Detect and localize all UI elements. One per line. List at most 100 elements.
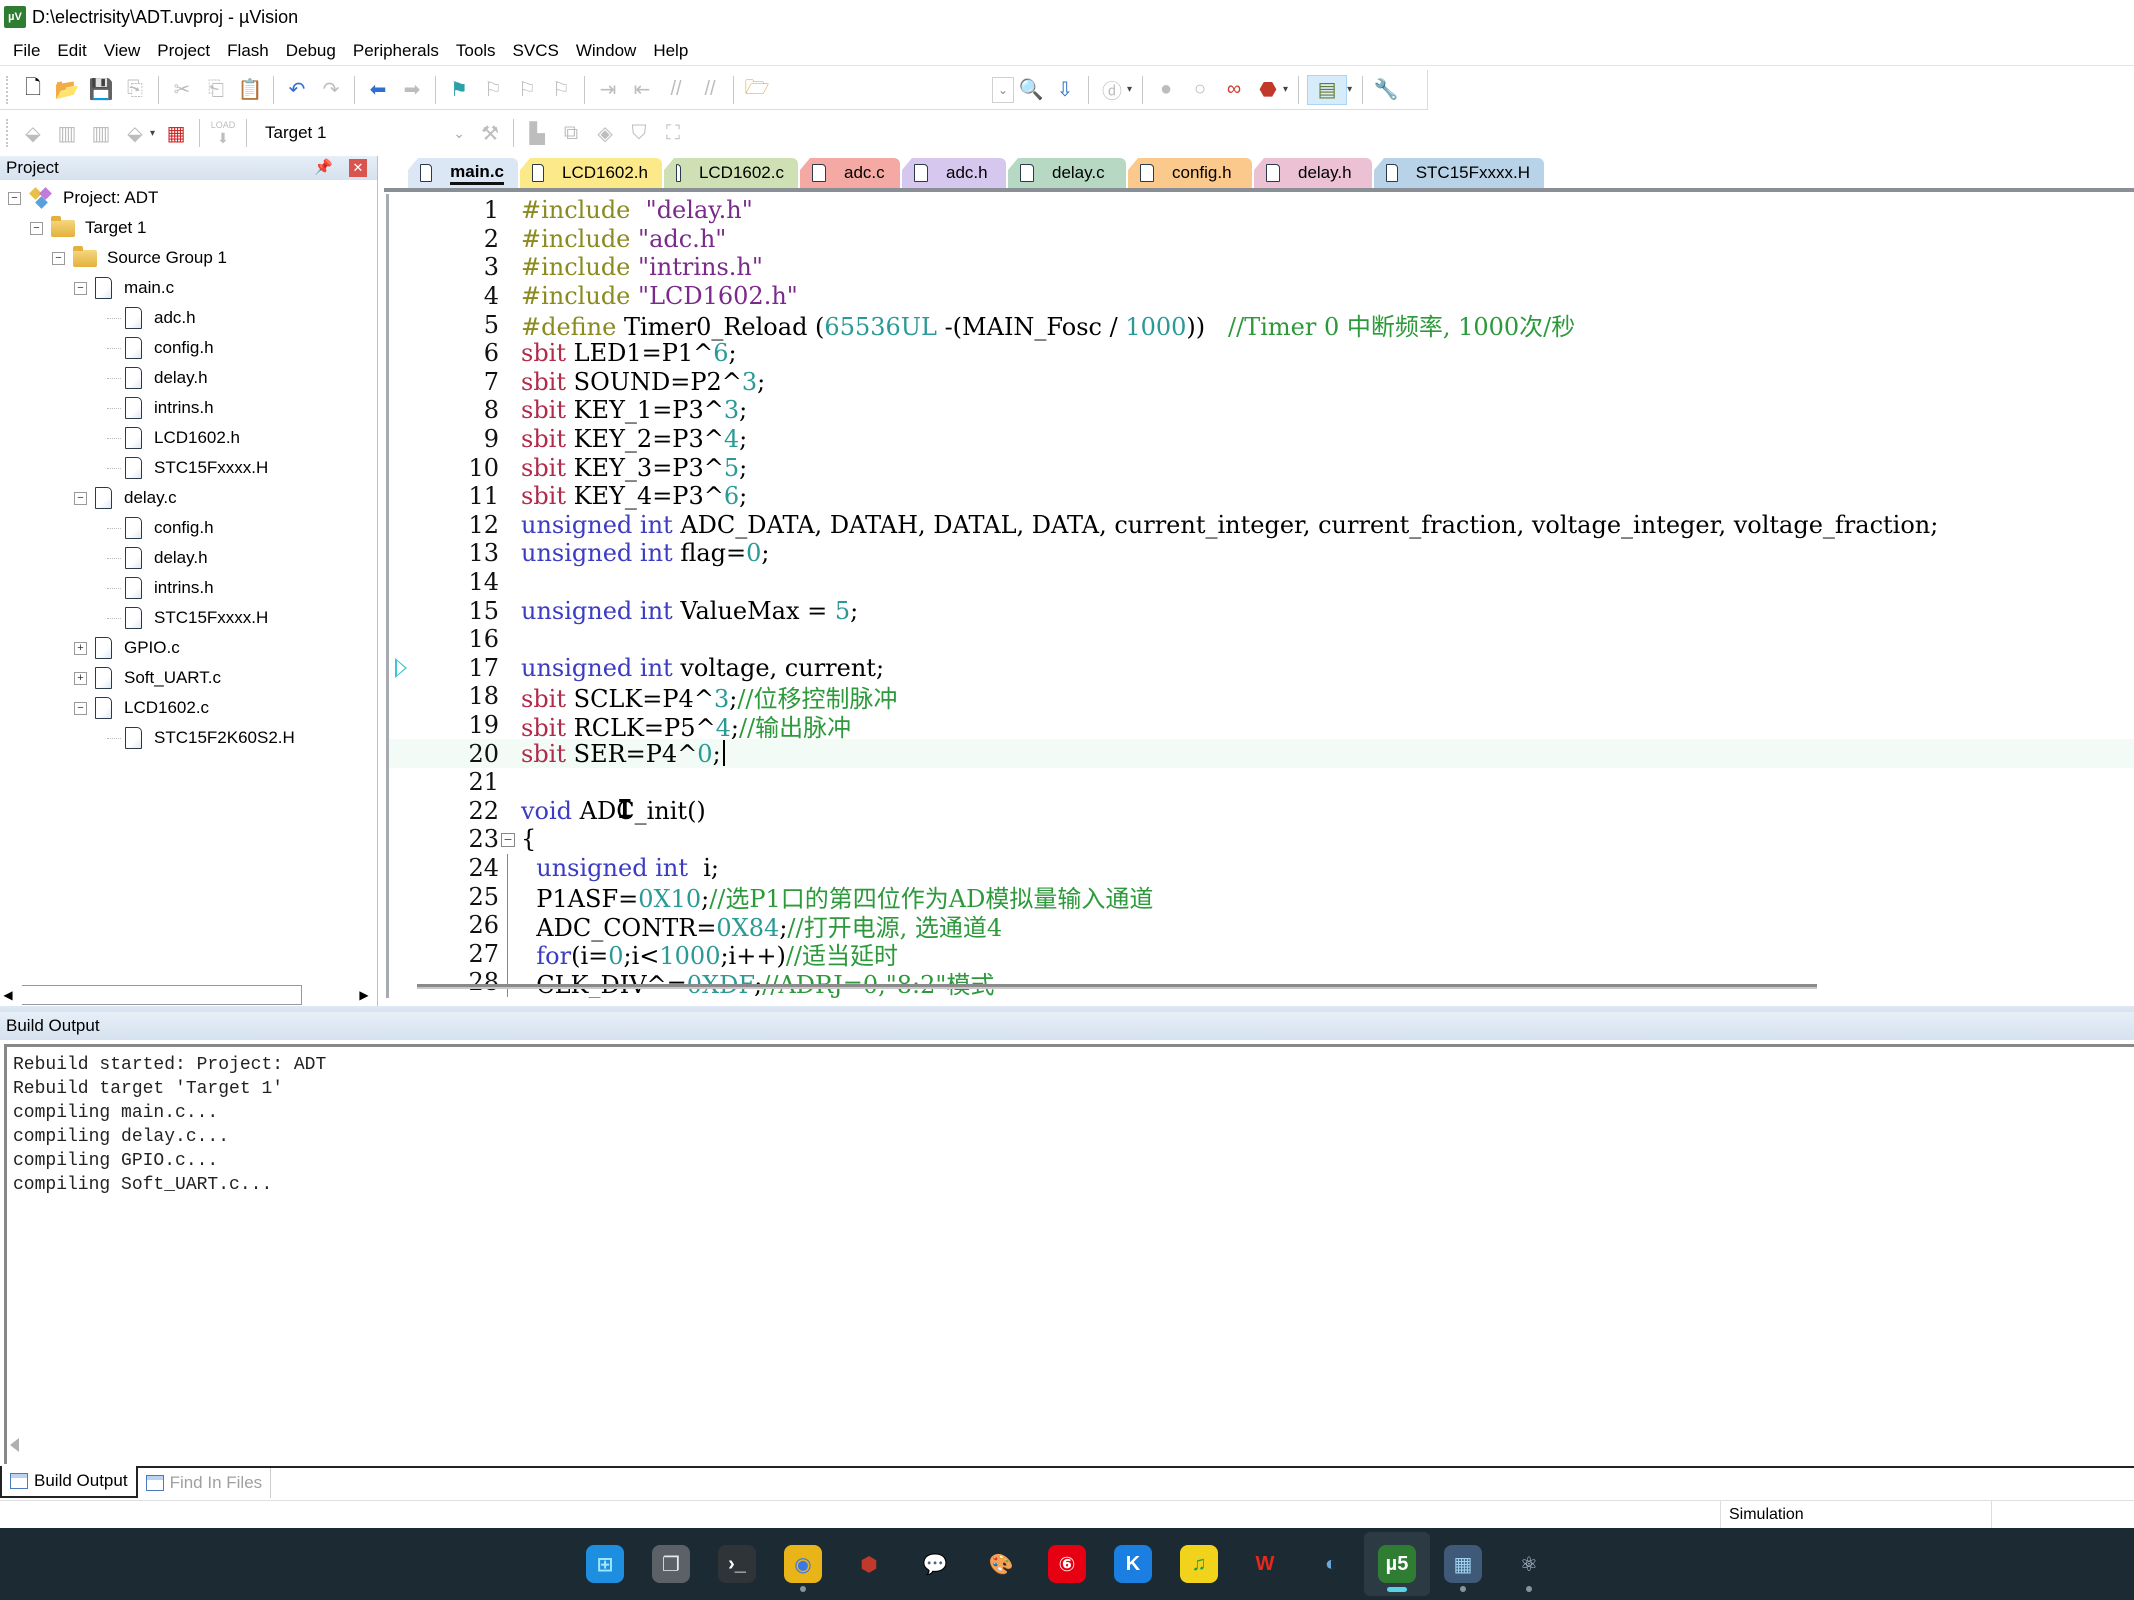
collapse-icon[interactable]: − (74, 701, 87, 715)
tab-lcd1602-h[interactable]: LCD1602.h (520, 158, 662, 188)
indent-icon[interactable]: ⇥ (593, 75, 623, 105)
taskbar-paint[interactable]: 🎨 (968, 1532, 1034, 1596)
debug-session-icon[interactable]: ⓓ (1097, 75, 1127, 105)
taskbar-start[interactable]: ⊞ (572, 1532, 638, 1596)
tree-item[interactable]: intrins.h (107, 394, 214, 422)
translate-icon[interactable]: ⬙ (18, 118, 48, 148)
navigate-back-icon[interactable]: ⬅ (363, 75, 393, 105)
tree-item[interactable]: + GPIO.c (74, 634, 180, 662)
menu-svcs[interactable]: SVCS (506, 41, 569, 61)
tree-item[interactable]: − Source Group 1 (52, 244, 227, 272)
toolbar-grip[interactable] (6, 119, 10, 147)
insert-bookmark-icon[interactable]: ⚑ (444, 75, 474, 105)
uncomment-icon[interactable]: // (695, 75, 725, 105)
tree-item[interactable]: − Project: ADT (8, 184, 158, 212)
tree-item[interactable]: + Soft_UART.c (74, 664, 221, 692)
collapse-icon[interactable]: − (74, 281, 87, 295)
taskbar-satellite-app[interactable]: ◐ (1298, 1532, 1364, 1596)
stop-build-icon[interactable]: ▦ (161, 118, 191, 148)
fold-collapse-icon[interactable]: − (501, 833, 515, 848)
menu-peripherals[interactable]: Peripherals (346, 41, 449, 61)
find-icon[interactable]: 🔍 (1016, 75, 1046, 105)
toolbar-grip[interactable] (6, 75, 10, 104)
tree-item[interactable]: config.h (107, 514, 214, 542)
clear-bookmarks-icon[interactable]: ⚐ (546, 75, 576, 105)
menu-window[interactable]: Window (569, 41, 646, 61)
tab-delay-c[interactable]: delay.c (1008, 158, 1126, 188)
tab-delay-h[interactable]: delay.h (1254, 158, 1372, 188)
tree-item[interactable]: − LCD1602.c (74, 694, 209, 722)
tree-item[interactable]: STC15Fxxxx.H (107, 604, 268, 632)
collapse-icon[interactable]: − (30, 221, 43, 235)
manage-components-icon[interactable]: ⧉ (556, 118, 586, 148)
scroll-left-icon[interactable] (10, 1438, 19, 1452)
menu-project[interactable]: Project (150, 41, 220, 61)
taskbar-wechat[interactable]: 💬 (902, 1532, 968, 1596)
new-file-icon[interactable]: 🗋 (18, 75, 48, 105)
find-dropdown[interactable]: ⌄ (992, 76, 1014, 103)
taskbar-task-view[interactable]: ❐ (638, 1532, 704, 1596)
pack-installer-icon[interactable]: ⛉ (624, 118, 654, 148)
taskbar-calculator[interactable]: ▦ (1430, 1532, 1496, 1596)
kill-all-breakpoints-icon[interactable]: ⬣ (1253, 75, 1283, 105)
collapse-icon[interactable]: − (52, 251, 65, 265)
undo-icon[interactable]: ↶ (282, 75, 312, 105)
comment-icon[interactable]: // (661, 75, 691, 105)
tree-item[interactable]: intrins.h (107, 574, 214, 602)
download-icon[interactable]: LOAD ⬇ (208, 118, 238, 148)
scroll-left-icon[interactable]: ◀ (0, 988, 16, 1002)
target-options-icon[interactable]: ⚒ (475, 118, 505, 148)
tree-item[interactable]: delay.h (107, 544, 208, 572)
insert-breakpoint-icon[interactable]: ● (1151, 75, 1181, 105)
menu-file[interactable]: File (6, 41, 50, 61)
unindent-icon[interactable]: ⇤ (627, 75, 657, 105)
tab-main-c[interactable]: main.c (408, 158, 518, 188)
taskbar-kugou[interactable]: K (1100, 1532, 1166, 1596)
find-in-files-icon[interactable]: 🗁 (742, 75, 772, 105)
taskbar-chrome[interactable]: ◉ (770, 1532, 836, 1596)
menu-view[interactable]: View (97, 41, 151, 61)
dropdown-arrow-icon[interactable]: ▾ (1127, 84, 1132, 95)
cut-icon[interactable]: ✂ (167, 75, 197, 105)
pin-icon[interactable]: 📌 (314, 158, 333, 176)
dropdown-arrow-icon[interactable]: ▾ (150, 128, 155, 139)
paste-icon[interactable]: 📋 (235, 75, 265, 105)
scroll-right-icon[interactable]: ▶ (356, 988, 372, 1002)
batch-build-icon[interactable]: ⬙ (120, 118, 150, 148)
code-editor[interactable]: 1 #include "delay.h" 2 #include "adc.h" 3 #in… (386, 194, 2134, 998)
window-layout-icon[interactable]: ▤ (1307, 74, 1348, 105)
tab-adc-h[interactable]: adc.h (902, 158, 1006, 188)
build-icon[interactable]: ▥ (52, 118, 82, 148)
save-all-icon[interactable]: ⎘ (120, 75, 150, 105)
configure-icon[interactable]: 🔧 (1371, 75, 1401, 105)
enable-breakpoint-icon[interactable]: ○ (1185, 75, 1215, 105)
tree-item[interactable]: − delay.c (74, 484, 177, 512)
disable-all-breakpoints-icon[interactable]: ∞ (1219, 75, 1249, 105)
build-output-text[interactable]: Rebuild started: Project: ADT Rebuild tar… (4, 1044, 2134, 1464)
select-packs-icon[interactable]: ◈ (590, 118, 620, 148)
open-file-icon[interactable]: 📂 (52, 75, 82, 105)
tab-find-in-files[interactable]: Find In Files (138, 1468, 272, 1498)
tree-item[interactable]: − main.c (74, 274, 174, 302)
next-bookmark-icon[interactable]: ⚐ (512, 75, 542, 105)
manage-run-time-icon[interactable]: ⛶ (658, 118, 688, 148)
project-horizontal-scrollbar[interactable]: ◀ ▶ (0, 984, 376, 1006)
dropdown-arrow-icon[interactable]: ▾ (1283, 84, 1288, 95)
scrollbar-thumb[interactable] (22, 985, 302, 1005)
menu-tools[interactable]: Tools (449, 41, 506, 61)
close-icon[interactable]: ✕ (349, 159, 367, 177)
expand-icon[interactable]: + (74, 641, 87, 655)
save-icon[interactable]: 💾 (86, 75, 116, 105)
tab-build-output[interactable]: Build Output (0, 1466, 138, 1498)
tree-item[interactable]: STC15F2K60S2.H (107, 724, 295, 752)
collapse-icon[interactable]: − (8, 191, 21, 205)
menu-flash[interactable]: Flash (220, 41, 279, 61)
tree-item[interactable]: config.h (107, 334, 214, 362)
tree-item[interactable]: − Target 1 (30, 214, 146, 242)
tab-lcd1602-c[interactable]: LCD1602.c (664, 158, 798, 188)
taskbar-netease-music[interactable]: ⑥ (1034, 1532, 1100, 1596)
target-select[interactable]: Target 1 ⌄ (253, 118, 473, 148)
previous-bookmark-icon[interactable]: ⚐ (478, 75, 508, 105)
taskbar-hexagon-app[interactable]: ⬢ (836, 1532, 902, 1596)
taskbar-atom-app[interactable]: ⚛ (1496, 1532, 1562, 1596)
